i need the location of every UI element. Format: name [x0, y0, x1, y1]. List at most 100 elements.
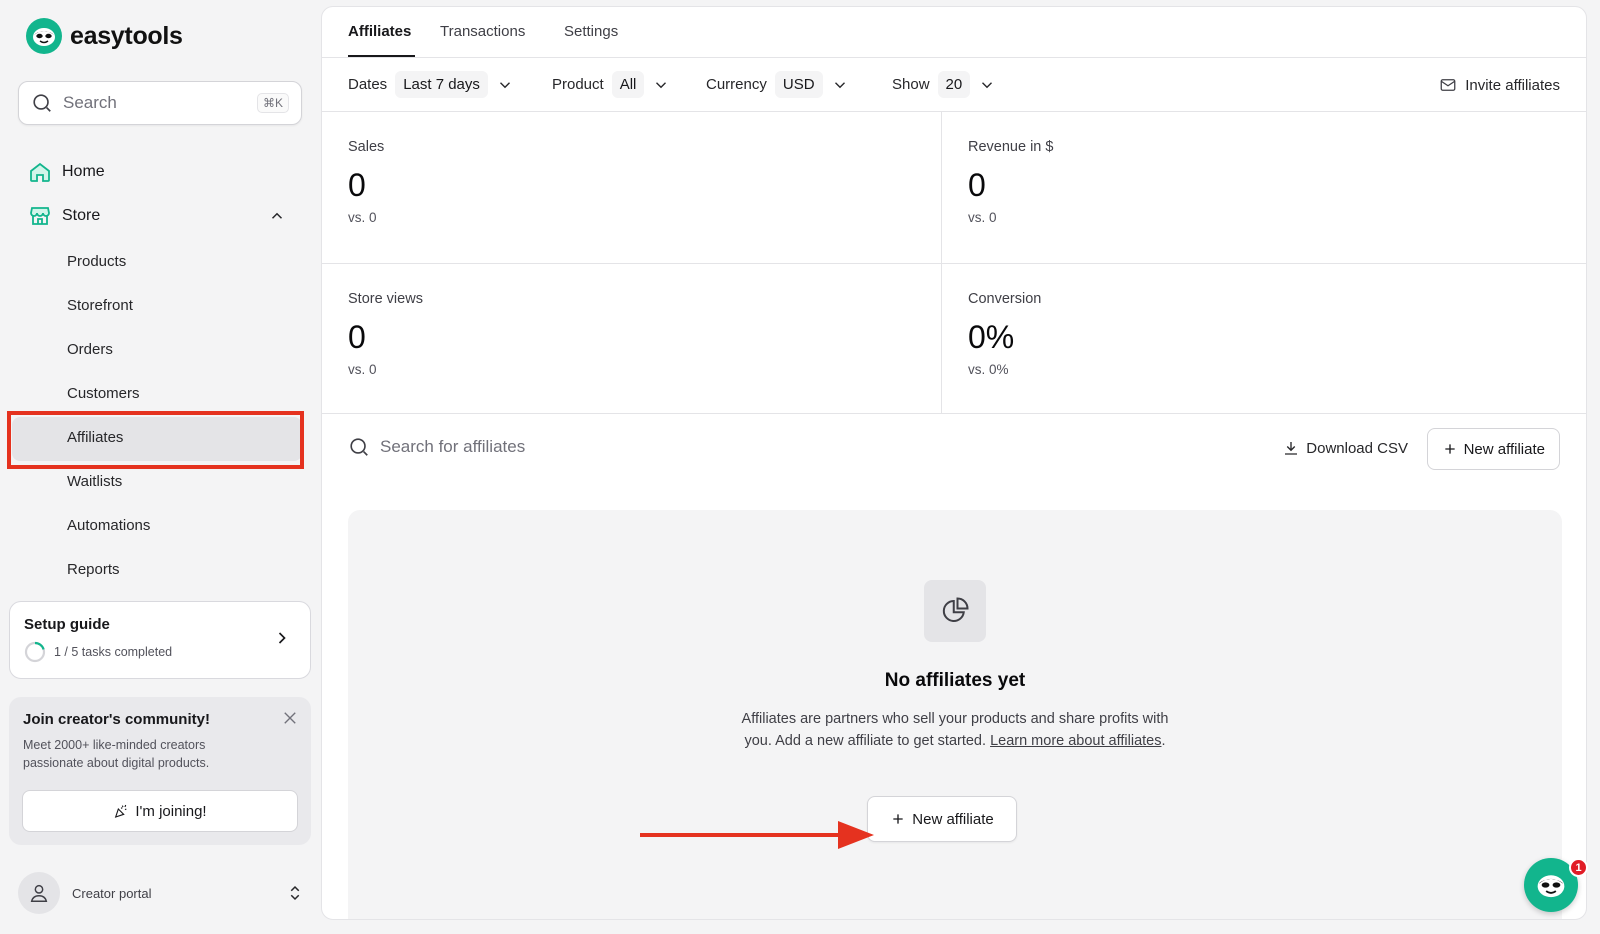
invite-affiliates-label: Invite affiliates — [1465, 76, 1560, 94]
stat-card-revenue: Revenue in $ 0 vs. 0 — [942, 112, 1561, 263]
community-title: Join creator's community! — [23, 711, 210, 728]
stat-label: Store views — [348, 291, 423, 307]
sloth-chat-icon — [1537, 875, 1565, 898]
new-affiliate-label: New affiliate — [912, 810, 994, 828]
progress-ring-icon — [24, 641, 46, 663]
show-filter-value: 20 — [937, 71, 971, 98]
setup-guide-title: Setup guide — [24, 616, 110, 633]
join-community-button[interactable]: I'm joining! — [22, 790, 298, 832]
setup-guide-progress: 1 / 5 tasks completed — [54, 645, 173, 659]
sloth-logo-icon — [26, 18, 62, 54]
currency-filter[interactable]: Currency USD — [706, 71, 849, 98]
annotation-arrow — [640, 821, 874, 849]
sidebar-item-orders[interactable]: Orders — [67, 341, 113, 358]
tab-settings[interactable]: Settings — [564, 23, 618, 40]
store-icon — [30, 207, 50, 225]
search-placeholder: Search — [63, 93, 117, 112]
tab-bar: Affiliates Transactions Settings — [322, 7, 1586, 58]
active-tab-indicator — [348, 55, 415, 57]
download-csv-label: Download CSV — [1306, 439, 1408, 457]
currency-filter-value: USD — [774, 71, 823, 98]
currency-filter-label: Currency — [706, 76, 767, 93]
sidebar: easytools Search ⌘K Home Store Products … — [0, 0, 320, 934]
sidebar-item-products[interactable]: Products — [67, 253, 126, 270]
empty-state: No affiliates yet Affiliates are partner… — [348, 510, 1562, 919]
affiliates-search-input[interactable]: Search for affiliates — [348, 436, 525, 458]
brand-logo[interactable]: easytools — [26, 18, 183, 54]
stat-compare: vs. 0 — [968, 210, 997, 225]
chevron-down-icon — [982, 81, 993, 88]
empty-state-period: . — [1161, 733, 1166, 749]
new-affiliate-button-empty-state[interactable]: New affiliate — [867, 796, 1017, 842]
stat-card-sales: Sales 0 vs. 0 — [322, 112, 941, 263]
filter-bar: Dates Last 7 days Product All Currency U… — [322, 58, 1586, 112]
stat-value: 0 — [348, 319, 366, 355]
product-filter-value: All — [611, 71, 645, 98]
stat-value: 0 — [968, 167, 986, 203]
learn-more-link[interactable]: Learn more about affiliates — [990, 733, 1161, 749]
sidebar-item-customers[interactable]: Customers — [67, 385, 140, 402]
creator-portal-label: Creator portal — [72, 885, 152, 901]
show-filter[interactable]: Show 20 — [892, 71, 996, 98]
sidebar-item-home[interactable]: Home — [28, 160, 105, 184]
sidebar-item-label: Home — [62, 163, 105, 180]
stat-compare: vs. 0% — [968, 362, 1009, 377]
sidebar-item-waitlists[interactable]: Waitlists — [67, 473, 122, 490]
sidebar-item-automations[interactable]: Automations — [67, 517, 150, 534]
stat-card-store-views: Store views 0 vs. 0 — [322, 264, 941, 415]
plus-icon — [893, 814, 903, 824]
dates-filter-value: Last 7 days — [395, 71, 488, 98]
download-icon — [1285, 442, 1298, 455]
search-icon — [350, 438, 368, 456]
sidebar-item-store[interactable]: Store — [28, 204, 286, 228]
dates-filter[interactable]: Dates Last 7 days — [348, 71, 514, 98]
search-shortcut-badge: ⌘K — [256, 93, 289, 113]
stat-label: Conversion — [968, 291, 1042, 307]
home-icon — [30, 162, 50, 182]
community-description: Meet 2000+ like-minded creators passiona… — [23, 738, 210, 770]
empty-state-title: No affiliates yet — [884, 670, 1026, 691]
sidebar-search[interactable]: Search ⌘K — [18, 81, 302, 125]
tab-transactions[interactable]: Transactions — [440, 23, 525, 40]
annotation-highlight-box — [7, 411, 304, 469]
show-filter-label: Show — [892, 76, 930, 93]
search-icon — [33, 94, 51, 112]
stat-label: Sales — [348, 139, 385, 155]
sidebar-item-label: Store — [62, 207, 101, 224]
sidebar-item-storefront[interactable]: Storefront — [67, 297, 133, 314]
avatar — [18, 872, 60, 914]
pie-chart-icon — [924, 580, 986, 642]
close-icon[interactable] — [281, 709, 299, 727]
stat-compare: vs. 0 — [348, 210, 377, 225]
chevron-down-icon — [834, 81, 845, 88]
stat-label: Revenue in $ — [968, 139, 1054, 155]
invite-affiliates-button[interactable]: Invite affiliates — [1439, 76, 1560, 94]
product-filter[interactable]: Product All — [552, 71, 670, 98]
stats-grid: Sales 0 vs. 0 Revenue in $ 0 vs. 0 Store… — [322, 112, 1586, 414]
divider — [322, 263, 1586, 264]
notification-badge: 1 — [1569, 858, 1588, 877]
new-affiliate-button[interactable]: New affiliate — [1426, 428, 1560, 470]
sidebar-item-reports[interactable]: Reports — [67, 561, 120, 578]
product-filter-label: Product — [552, 76, 604, 93]
download-csv-button[interactable]: Download CSV — [1282, 439, 1408, 457]
stat-compare: vs. 0 — [348, 362, 377, 377]
affiliates-search-placeholder: Search for affiliates — [380, 437, 526, 456]
creator-portal-switcher[interactable]: Creator portal — [18, 872, 304, 914]
setup-guide-card[interactable]: Setup guide 1 / 5 tasks completed — [9, 601, 311, 679]
chevron-up-icon[interactable] — [268, 207, 286, 225]
stat-value: 0 — [348, 167, 366, 203]
community-card: Join creator's community! Meet 2000+ lik… — [9, 697, 311, 845]
stat-card-conversion: Conversion 0% vs. 0% — [942, 264, 1561, 415]
plus-icon — [1444, 444, 1455, 454]
chevron-down-icon — [499, 81, 510, 88]
chevron-down-icon — [656, 81, 667, 88]
tab-affiliates[interactable]: Affiliates — [348, 23, 411, 40]
chevron-up-down-icon — [290, 885, 300, 901]
join-button-label: I'm joining! — [135, 802, 207, 820]
main-panel: Affiliates Transactions Settings Dates L… — [321, 6, 1587, 920]
stat-value: 0% — [968, 319, 1015, 355]
mail-icon — [1440, 79, 1456, 91]
empty-state-description: Affiliates are partners who sell your pr… — [740, 708, 1170, 752]
dates-filter-label: Dates — [348, 76, 388, 93]
